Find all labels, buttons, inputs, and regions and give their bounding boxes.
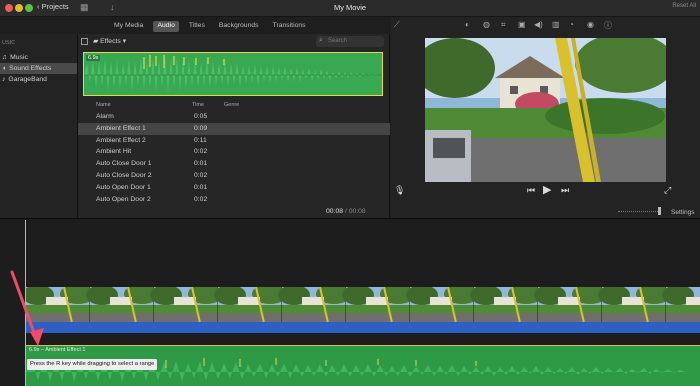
sound-time: 0:01	[194, 183, 208, 191]
audio-library-sidebar: USIC ♫ Music ◖ Sound Effects ♪ GarageBand	[0, 34, 78, 218]
speed-icon[interactable]: ◔	[569, 20, 574, 29]
sound-time: 0:02	[194, 171, 208, 179]
tab-backgrounds[interactable]: Backgrounds	[215, 21, 263, 32]
list-item[interactable]: Ambient Effect 1 0:09	[78, 122, 390, 135]
window-title: My Movie	[333, 3, 367, 12]
guitar-icon: ♪	[2, 76, 6, 83]
noise-reduction-icon[interactable]: ▥	[552, 20, 560, 29]
settings-button[interactable]: Settings	[671, 209, 695, 216]
library-header: USIC	[2, 40, 16, 46]
sound-name: Auto Open Door 1	[96, 183, 151, 191]
timecode-current: 00:08	[326, 208, 344, 215]
list-item[interactable]: Auto Close Door 2 0:02	[78, 170, 390, 182]
sound-name: Ambient Effect 2	[96, 136, 146, 144]
sound-time: 0:09	[194, 124, 208, 132]
waveform-preview[interactable]: 6.9s	[83, 52, 383, 96]
tab-my-media[interactable]: My Media	[110, 21, 147, 32]
color-balance-icon[interactable]: ◐	[465, 20, 470, 29]
clip-filter-icon[interactable]: ◉	[587, 20, 594, 29]
column-header-name[interactable]: Name	[96, 102, 111, 108]
list-item[interactable]: Auto Close Door 1 0:01	[78, 158, 390, 170]
tab-audio[interactable]: Audio	[153, 21, 179, 32]
waveform-preview-graphic	[84, 55, 382, 92]
speaker-icon: ◖	[2, 65, 7, 72]
list-item[interactable]: Auto Open Door 2 0:02	[78, 194, 390, 206]
microphone-icon[interactable]: 🎙	[394, 185, 405, 196]
browser-toolbar: ▰ Effects ▾ ⌕ Search	[78, 36, 390, 48]
sound-name: Auto Open Door 2	[96, 195, 151, 203]
video-preview	[425, 38, 666, 182]
timecode-total: 00:08	[348, 208, 366, 215]
video-clip-filmstrip[interactable]	[26, 287, 700, 323]
sidebar-item-music[interactable]: ♫ Music	[0, 52, 77, 63]
play-button[interactable]: ▶	[543, 183, 551, 196]
timecode-display: 00:08 / 00:08	[326, 208, 366, 215]
grid-view-icon[interactable]	[81, 38, 88, 45]
sidebar-item-label: GarageBand	[8, 76, 47, 83]
sound-name: Auto Close Door 2	[96, 171, 152, 179]
preview-duration-badge: 6.9s	[86, 55, 101, 61]
sound-list: Alarm 0:05 Ambient Effect 1 0:09 Ambient E…	[78, 111, 390, 205]
sound-time: 0:02	[194, 195, 208, 203]
skip-back-button[interactable]: ⏮	[527, 185, 535, 196]
browser-tabs: My Media Audio Titles Backgrounds Transi…	[110, 21, 310, 32]
filmstrip-frames	[26, 287, 700, 323]
search-field[interactable]: ⌕ Search	[316, 36, 384, 47]
volume-icon[interactable]: ◀)	[534, 20, 543, 29]
folder-label: Effects	[100, 38, 121, 45]
sound-time: 0:02	[194, 148, 208, 156]
reset-all-button[interactable]: Reset All	[672, 3, 696, 9]
sound-name: Ambient Hit	[96, 148, 132, 156]
sound-time: 0:01	[194, 160, 208, 168]
annotation-arrow-icon	[10, 270, 44, 346]
list-item[interactable]: Ambient Hit 0:02	[78, 146, 390, 158]
sound-name: Ambient Effect 1	[96, 124, 146, 132]
sound-name: Alarm	[96, 113, 114, 120]
tab-transitions[interactable]: Transitions	[269, 21, 310, 32]
viewer-panel: ⟋ ◐ ◍ ⌗ ▣ ◀) ▥ ◔ ◉ ⓘ 🎙 ⏮ ▶ ⏭ ⤢ Settings	[391, 17, 700, 218]
list-item[interactable]: Alarm 0:05	[78, 111, 390, 123]
column-header-time[interactable]: Time	[192, 102, 204, 108]
range-select-tooltip: Press the R key while dragging to select…	[27, 359, 158, 370]
color-correction-icon[interactable]: ◍	[483, 20, 490, 29]
folder-dropdown[interactable]: ▰ Effects ▾	[93, 37, 126, 45]
sound-browser: ▰ Effects ▾ ⌕ Search 6.9s Name Time Genr…	[78, 34, 390, 218]
sidebar-item-label: Music	[10, 54, 28, 61]
sidebar-item-label: Sound Effects	[9, 65, 52, 72]
fullscreen-icon[interactable]: ⤢	[664, 185, 671, 196]
search-icon: ⌕	[319, 37, 323, 44]
tab-titles[interactable]: Titles	[185, 21, 209, 32]
list-item[interactable]: Ambient Effect 2 0:11	[78, 135, 390, 147]
magic-wand-icon[interactable]: ⟋	[394, 20, 400, 30]
sound-time: 0:11	[194, 136, 207, 144]
skip-forward-button[interactable]: ⏭	[561, 185, 569, 196]
crop-icon[interactable]: ⌗	[501, 20, 506, 30]
sound-time: 0:05	[194, 113, 208, 120]
info-icon[interactable]: ⓘ	[604, 20, 612, 31]
list-item[interactable]: Auto Open Door 1 0:01	[78, 182, 390, 194]
sidebar-item-garageband[interactable]: ♪ GarageBand	[0, 74, 77, 85]
zoom-slider-track[interactable]	[618, 211, 660, 214]
music-note-icon: ♫	[2, 54, 8, 61]
video-frame-image	[425, 38, 666, 182]
title-bar: ‹ Projects ▦ ↓ My Movie Reset All	[0, 0, 700, 17]
column-header-genre[interactable]: Genre	[224, 102, 239, 108]
search-placeholder: Search	[328, 38, 348, 44]
sound-name: Auto Close Door 1	[96, 160, 152, 168]
sidebar-item-sound-effects[interactable]: ◖ Sound Effects	[0, 63, 77, 74]
clip-audio-track[interactable]	[26, 322, 700, 333]
stabilization-icon[interactable]: ▣	[518, 20, 526, 29]
zoom-slider-knob[interactable]	[658, 207, 661, 215]
